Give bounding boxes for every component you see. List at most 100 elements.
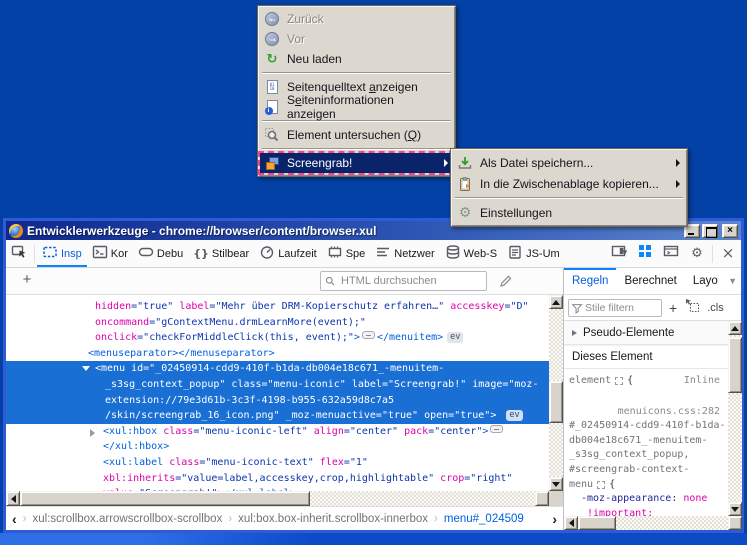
markup-line[interactable]: <menuseparator></menuseparator> [6, 346, 549, 362]
scroll-left-button[interactable] [6, 491, 20, 506]
tab-style-editor[interactable]: {} Stilbear [188, 240, 254, 267]
scrollbar-thumb[interactable] [578, 516, 616, 530]
html-search-box[interactable] [320, 271, 487, 291]
markup-line[interactable]: extension://79e3d61b-3c3f-4198-b955-632a… [6, 392, 549, 409]
tab-inspector[interactable]: Insp [37, 240, 87, 267]
style-filter-input[interactable] [585, 299, 659, 316]
collapsed-node-icon[interactable] [490, 424, 504, 433]
tab-scratchpad[interactable]: JS-Um [502, 240, 565, 267]
eyedropper-icon[interactable] [498, 273, 514, 294]
breadcrumb-item[interactable]: xul:box.box-inherit.scrollbox-innerbox [238, 513, 428, 525]
menu-item-forward[interactable]: → Vor [260, 29, 453, 49]
markup-horizontal-scrollbar[interactable] [6, 491, 549, 506]
rules-toolbar: + .cls [564, 295, 741, 321]
rules-view[interactable]: element{Inline menuicons.css:282 #_0245091… [564, 369, 728, 516]
scroll-down-button[interactable] [728, 502, 742, 516]
markup-line[interactable]: <xul:label class="menu-iconic-text" flex… [6, 455, 549, 471]
markup-line[interactable]: </xul:hbox> [6, 439, 549, 455]
event-badge[interactable]: ev [506, 410, 523, 422]
scroll-up-button[interactable] [728, 321, 742, 335]
tab-network[interactable]: Netzwer [370, 240, 439, 267]
html-search-input[interactable] [341, 272, 484, 290]
menu-item-label: Element untersuchen (Q) [287, 128, 422, 142]
scroll-right-button[interactable] [535, 491, 549, 506]
css-important: !important; [587, 507, 654, 516]
expand-arrow-icon[interactable] [82, 366, 90, 372]
breadcrumb-item[interactable]: menu#_024509 [444, 513, 524, 525]
event-badge[interactable]: ev [447, 332, 464, 344]
tab-memory[interactable]: Spe [322, 240, 371, 267]
maximize-button[interactable] [702, 223, 718, 238]
element-target-icon[interactable] [615, 377, 624, 386]
markup-view[interactable]: hidden="true" label="Mehr über DRM-Kopie… [6, 295, 549, 491]
menu-item-reload[interactable]: ↻ Neu laden [260, 49, 453, 69]
element-target-icon[interactable] [597, 480, 606, 489]
sidebar-tabs-dropdown-icon[interactable]: ▼ [728, 276, 741, 286]
rule-location[interactable]: menuicons.css:282 [618, 405, 728, 420]
breadcrumb-scroll-left[interactable]: ‹ [12, 511, 17, 527]
rule-selector-line: #screengrab-context- [569, 463, 690, 475]
class-panel-button[interactable]: .cls [707, 302, 724, 314]
dock-side-button[interactable]: ▾ [606, 240, 632, 267]
menu-item-page-info[interactable]: i Seiteninformationen anzeigen [260, 93, 453, 121]
markup-line[interactable]: <menu id="_02450914-cdd9-410f-b1da-db004… [6, 361, 549, 377]
tab-console[interactable]: Kor [87, 240, 133, 267]
scroll-up-button[interactable] [549, 295, 563, 309]
close-devtools-button[interactable]: × [715, 240, 741, 267]
tab-label: Laufzeit [278, 247, 317, 260]
expand-arrow-icon[interactable] [90, 428, 95, 437]
style-filter-box[interactable] [568, 298, 662, 317]
markup-line[interactable]: /skin/screengrab_16_icon.png" _moz-menua… [6, 408, 549, 424]
breadcrumb-separator: › [434, 512, 438, 525]
menu-item-copy-to-clipboard[interactable]: In die Zwischenablage kopieren... [453, 173, 685, 194]
menu-item-screengrab[interactable]: Screengrab! [258, 151, 455, 175]
style-editor-icon: {} [193, 246, 209, 260]
markup-line[interactable]: hidden="true" label="Mehr über DRM-Kopie… [6, 299, 549, 315]
separate-window-button[interactable] [658, 240, 684, 267]
sidebar-tab-berechnet[interactable]: Berechnet [616, 268, 684, 294]
storage-icon [445, 244, 461, 263]
scroll-right-button[interactable] [728, 516, 742, 530]
add-rule-button[interactable]: + [669, 300, 677, 316]
rule-element[interactable]: element{Inline [569, 374, 728, 389]
tab-debugger[interactable]: Debu [133, 240, 188, 267]
sidebar-tab-layout[interactable]: Layo [685, 268, 726, 294]
pseudo-elements-section[interactable]: Pseudo-Elemente [564, 321, 741, 345]
markup-line[interactable]: xbl:inherits="value=label,accesskey,crop… [6, 471, 549, 487]
pick-element-button[interactable] [6, 240, 32, 267]
breadcrumb-scroll-right[interactable]: › [552, 511, 557, 527]
add-node-button[interactable]: + [16, 271, 38, 288]
sidebar-tab-regeln[interactable]: Regeln [564, 268, 616, 294]
menu-separator [262, 72, 451, 74]
screengrab-icon [264, 155, 280, 171]
menu-item-back[interactable]: ← Zurück [260, 9, 453, 29]
markup-line[interactable]: onclick="checkForMiddleClick(this, event… [6, 330, 549, 346]
pseudo-class-panel-button[interactable] [684, 297, 700, 318]
scrollbar-thumb[interactable] [549, 381, 563, 423]
scrollbar-thumb[interactable] [20, 491, 310, 506]
markup-line[interactable]: _s3sg_context_popup" class="menu-iconic"… [6, 376, 549, 393]
breadcrumb-item[interactable]: xul:scrollbox.arrowscrollbox-scrollbox [33, 513, 223, 525]
rules-horizontal-scrollbar[interactable] [564, 516, 742, 530]
collapsed-node-icon[interactable] [361, 331, 375, 340]
page-info-icon: i [264, 99, 280, 115]
menu-item-settings[interactable]: ⚙ Einstellungen [453, 202, 685, 223]
scroll-down-button[interactable] [549, 477, 563, 491]
devtools-settings-button[interactable]: ⚙ [684, 240, 710, 267]
scroll-left-button[interactable] [564, 516, 578, 530]
debugger-icon [138, 244, 154, 263]
scrollbar-thumb[interactable] [728, 337, 742, 393]
menu-item-label: Einstellungen [480, 205, 553, 220]
close-window-button[interactable]: × [722, 223, 738, 238]
rule-declaration[interactable]: -moz-appearance: none [569, 492, 728, 507]
menu-item-save-as-file[interactable]: Als Datei speichern... [453, 152, 685, 173]
menu-separator [262, 148, 451, 150]
markup-line[interactable]: <xul:hbox class="menu-iconic-left" align… [6, 424, 549, 440]
menu-item-inspect-element[interactable]: Element untersuchen (Q) [260, 125, 453, 145]
markup-line[interactable]: oncommand="gContextMenu.drmLearnMore(eve… [6, 315, 549, 331]
tab-performance[interactable]: Laufzeit [254, 240, 322, 267]
markup-vertical-scrollbar[interactable] [549, 295, 563, 491]
rules-vertical-scrollbar[interactable] [728, 321, 742, 516]
tab-storage[interactable]: Web-S [440, 240, 502, 267]
split-view-button[interactable] [632, 240, 658, 267]
